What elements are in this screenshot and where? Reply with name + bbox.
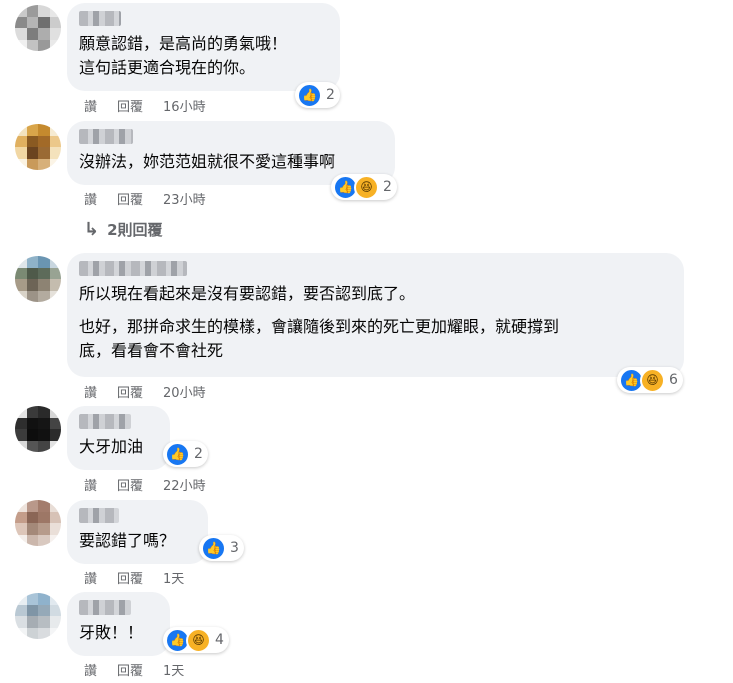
laughing-face-icon: 😆 — [640, 367, 665, 393]
comment-text: 大牙加油 — [79, 437, 144, 456]
reply-link[interactable]: 回覆 — [117, 189, 143, 208]
avatar[interactable] — [15, 406, 61, 452]
thumbs-up-icon: 👍 — [201, 535, 226, 561]
comment-actions: 讚 回覆 16小時 — [84, 96, 226, 115]
reply-link[interactable]: 回覆 — [117, 568, 143, 587]
reaction-count: 4 — [215, 632, 224, 648]
timestamp[interactable]: 1天 — [163, 660, 184, 679]
like-link[interactable]: 讚 — [84, 660, 97, 679]
reaction-summary[interactable]: 👍 2 — [163, 441, 208, 467]
comment-bubble: 要認錯了嗎？ — [67, 500, 208, 564]
author-name-blurred[interactable] — [79, 600, 131, 615]
laughing-face-icon: 😆 — [354, 174, 379, 200]
avatar[interactable] — [15, 256, 61, 302]
avatar[interactable] — [15, 593, 61, 639]
reaction-summary[interactable]: 👍 2 — [295, 82, 340, 108]
like-link[interactable]: 讚 — [84, 475, 97, 494]
avatar[interactable] — [15, 500, 61, 546]
comment-bubble: 所以現在看起來是沒有要認錯，要否認到底了。 也好，那拼命求生的模樣，會讓隨後到來… — [67, 253, 684, 377]
comment-text: 要認錯了嗎？ — [79, 531, 176, 550]
reaction-summary[interactable]: 👍 3 — [199, 535, 244, 561]
comment-text: 願意認錯，是高尚的勇氣哦！ 這句話更適合現在的你。 — [79, 34, 288, 77]
author-name-blurred[interactable] — [79, 11, 121, 26]
view-replies-label: 2則回覆 — [107, 221, 163, 239]
reply-link[interactable]: 回覆 — [117, 382, 143, 401]
timestamp[interactable]: 22小時 — [163, 475, 206, 494]
reply-arrow-icon: ↳ — [84, 219, 100, 240]
like-link[interactable]: 讚 — [84, 382, 97, 401]
author-name-blurred[interactable] — [79, 414, 131, 429]
timestamp[interactable]: 16小時 — [163, 96, 206, 115]
reaction-count: 2 — [383, 179, 392, 195]
comment-actions: 讚 回覆 1天 — [84, 568, 204, 587]
comment-bubble: 大牙加油 — [67, 406, 170, 470]
timestamp[interactable]: 1天 — [163, 568, 184, 587]
comment-actions: 讚 回覆 23小時 — [84, 189, 226, 208]
timestamp[interactable]: 23小時 — [163, 189, 206, 208]
comment-bubble: 牙敗！！ — [67, 592, 170, 656]
reaction-summary[interactable]: 👍 😆 6 — [617, 367, 683, 393]
reply-link[interactable]: 回覆 — [117, 660, 143, 679]
thumbs-up-icon: 👍 — [165, 441, 190, 467]
comment-text: 所以現在看起來是沒有要認錯，要否認到底了。 — [79, 284, 416, 303]
reply-link[interactable]: 回覆 — [117, 96, 143, 115]
author-name-blurred[interactable] — [79, 261, 187, 276]
reaction-count: 2 — [326, 87, 335, 103]
avatar[interactable] — [15, 124, 61, 170]
thumbs-up-icon: 👍 — [297, 82, 322, 108]
like-link[interactable]: 讚 — [84, 568, 97, 587]
comment-actions: 讚 回覆 1天 — [84, 660, 204, 679]
author-name-blurred[interactable] — [79, 129, 133, 144]
avatar[interactable] — [15, 5, 61, 51]
laughing-face-icon: 😆 — [186, 627, 211, 653]
comment-text: 也好，那拼命求生的模樣，會讓隨後到來的死亡更加耀眼，就硬撐到 底，看看會不會社死 — [79, 317, 560, 360]
comment-actions: 讚 回覆 22小時 — [84, 475, 226, 494]
comment-text: 牙敗！！ — [79, 623, 144, 642]
comment-actions: 讚 回覆 20小時 — [84, 382, 226, 401]
reaction-summary[interactable]: 👍 😆 4 — [163, 627, 229, 653]
reaction-count: 2 — [194, 446, 203, 462]
reaction-count: 6 — [669, 372, 678, 388]
comment-bubble: 願意認錯，是高尚的勇氣哦！ 這句話更適合現在的你。 — [67, 3, 340, 91]
comment-text: 沒辦法，妳范范姐就很不愛這種事啊 — [79, 152, 336, 171]
like-link[interactable]: 讚 — [84, 189, 97, 208]
author-name-blurred[interactable] — [79, 508, 119, 523]
view-replies-link[interactable]: ↳ 2則回覆 — [84, 219, 163, 240]
timestamp[interactable]: 20小時 — [163, 382, 206, 401]
like-link[interactable]: 讚 — [84, 96, 97, 115]
reaction-count: 3 — [230, 540, 239, 556]
reply-link[interactable]: 回覆 — [117, 475, 143, 494]
reaction-summary[interactable]: 👍 😆 2 — [331, 174, 397, 200]
